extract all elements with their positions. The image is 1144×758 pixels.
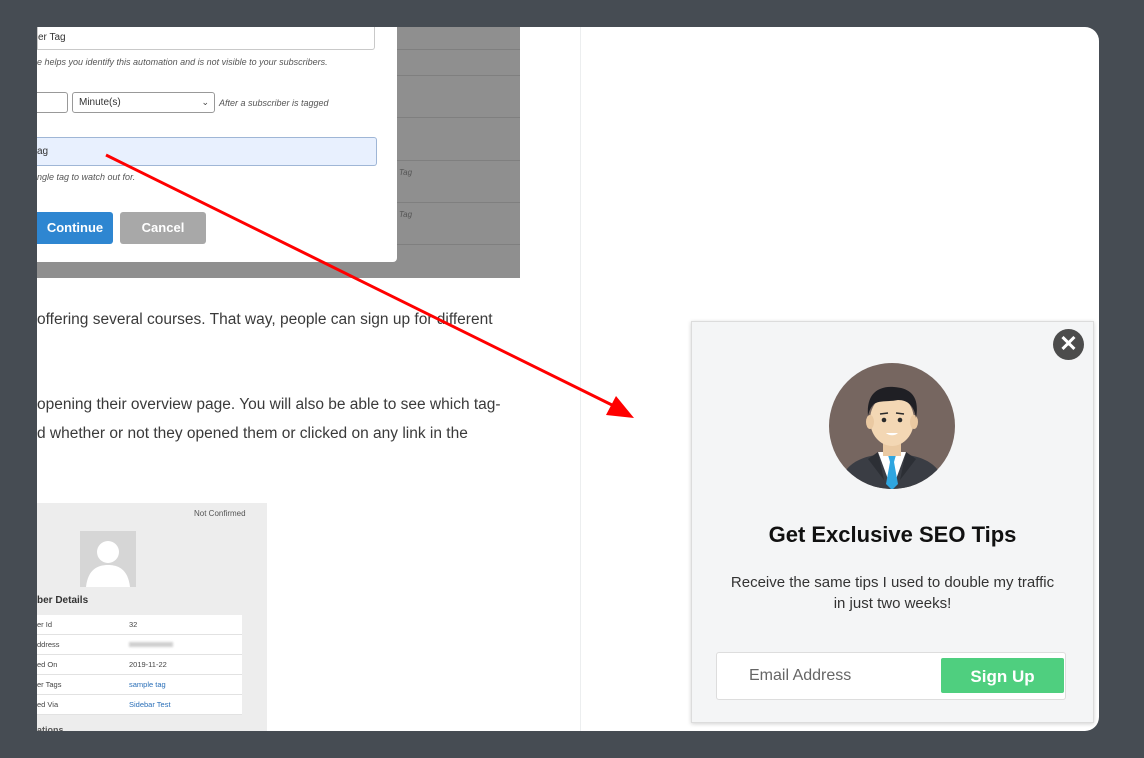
section-title: ber Details <box>37 595 89 606</box>
table-row: er Id 32 <box>37 615 242 635</box>
continue-button[interactable]: Continue <box>37 212 113 244</box>
automation-modal-screenshot: Tag Tag er Tag e helps you identify this… <box>37 27 520 278</box>
bg-tag-label: Tag <box>399 168 413 177</box>
content-card: Tag Tag er Tag e helps you identify this… <box>37 27 1099 731</box>
table-row: ddress <box>37 634 242 655</box>
name-help-text: e helps you identify this automation and… <box>37 57 328 67</box>
status-badge: Not Confirmed <box>194 509 246 518</box>
cancel-button[interactable]: Cancel <box>120 212 206 244</box>
optin-popup: ✕ Get Exclusive SEO Tips Receive the sam… <box>691 321 1094 723</box>
delay-unit-value: Minute(s) <box>79 97 121 108</box>
tag-help-text: ngle tag to watch out for. <box>37 172 136 182</box>
businessman-avatar-icon <box>829 363 955 489</box>
article-paragraph: opening their overview page. You will al… <box>37 396 501 413</box>
subscriber-details-screenshot: Not Confirmed ber Details er Id 32 ddress… <box>37 503 267 731</box>
table-row: er Tags sample tag <box>37 674 242 695</box>
bg-tag-label: Tag <box>399 210 413 219</box>
avatar <box>80 531 136 587</box>
subscriber-details-table: er Id 32 ddress ed On 2019-11-22 er Tags sa… <box>37 615 242 715</box>
table-row: ed On 2019-11-22 <box>37 654 242 675</box>
email-field[interactable]: Email Address <box>749 653 929 699</box>
section-title: ations <box>37 725 64 731</box>
automation-name-input[interactable]: er Tag <box>37 27 375 50</box>
signup-button[interactable]: Sign Up <box>941 658 1064 693</box>
popup-title: Get Exclusive SEO Tips <box>768 522 1017 547</box>
tag-input[interactable]: ag <box>37 137 377 166</box>
delay-after-text: After a subscriber is tagged <box>219 98 329 108</box>
popup-description: Receive the same tips I used to double m… <box>730 574 1055 612</box>
close-icon[interactable]: ✕ <box>1053 329 1084 360</box>
delay-unit-select[interactable]: Minute(s) ⌄ <box>72 92 215 113</box>
signup-form: Email Address Sign Up <box>716 652 1066 700</box>
article-paragraph: d whether or not they opened them or cli… <box>37 425 468 442</box>
table-row: ed Via Sidebar Test <box>37 694 242 715</box>
chevron-down-icon: ⌄ <box>201 97 209 107</box>
column-divider <box>580 27 581 731</box>
article-paragraph: offering several courses. That way, peop… <box>37 311 493 328</box>
delay-number-input[interactable] <box>37 92 68 113</box>
automation-modal: er Tag e helps you identify this automat… <box>37 27 397 262</box>
